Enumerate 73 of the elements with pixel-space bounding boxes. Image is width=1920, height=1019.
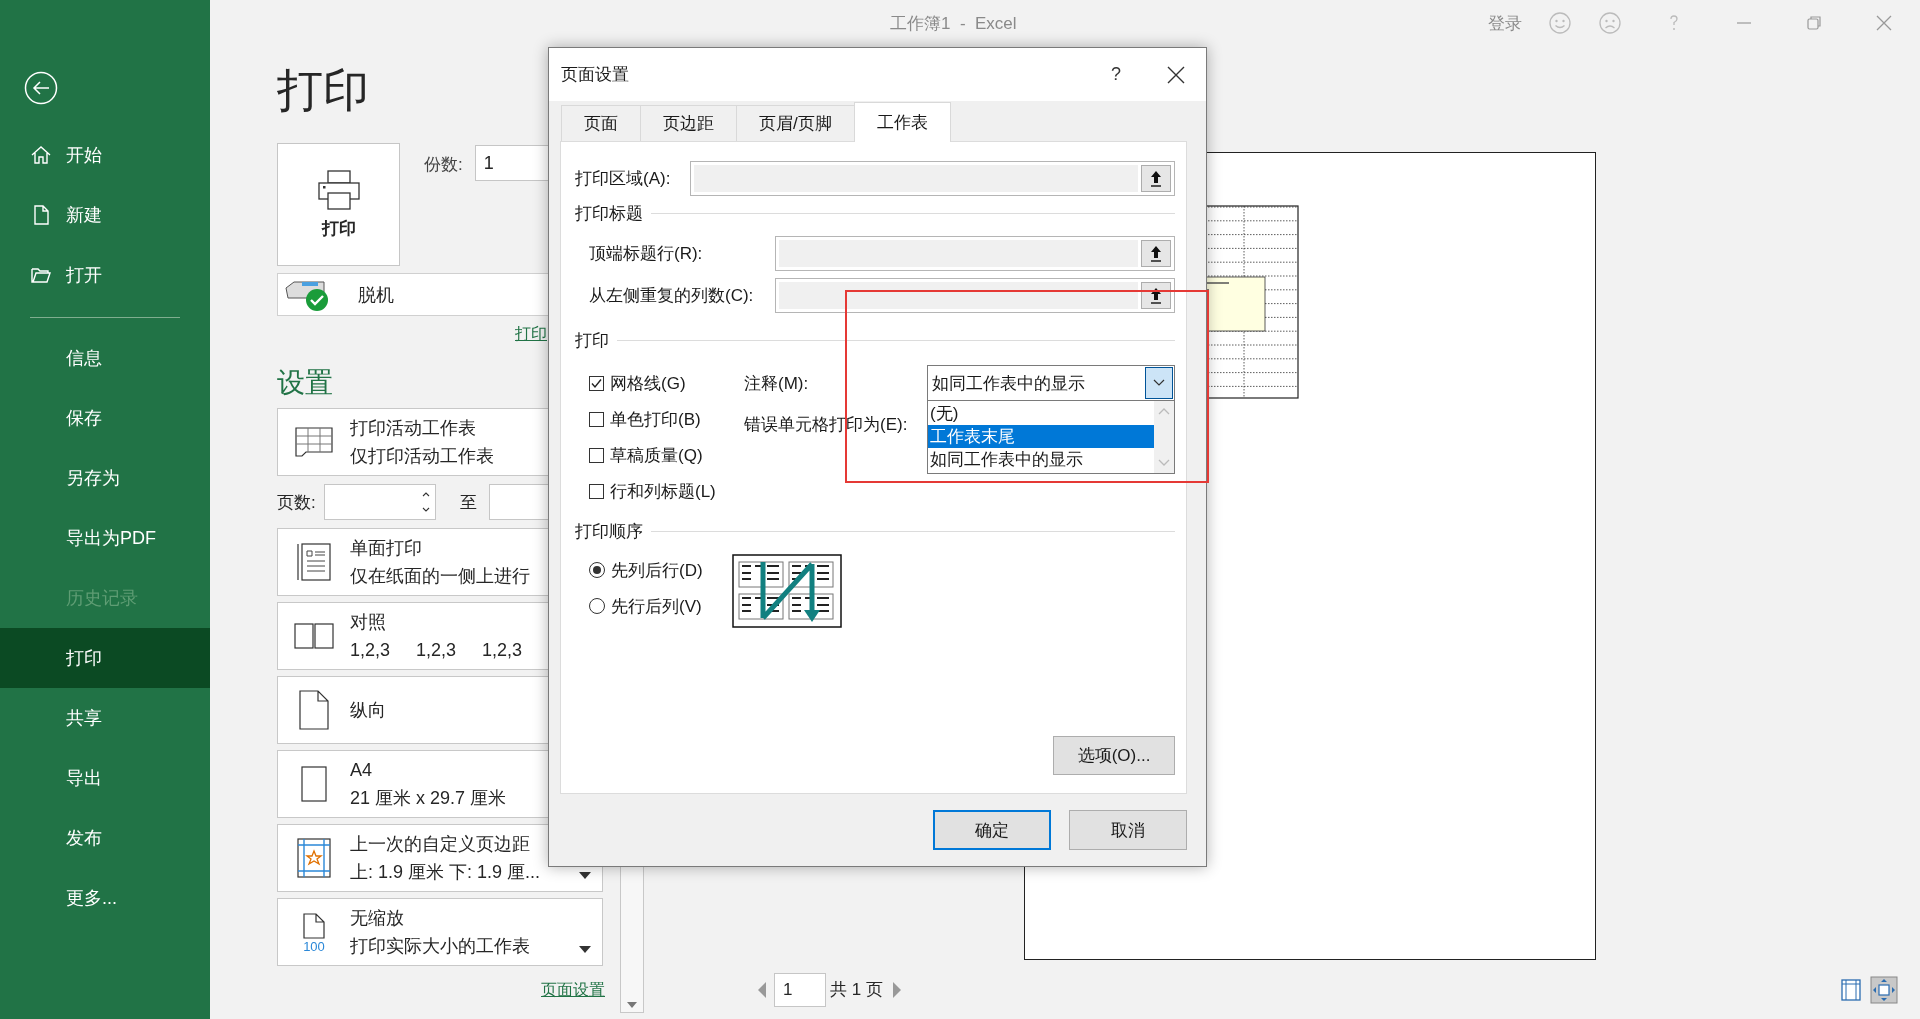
page-from-field[interactable] bbox=[323, 484, 436, 520]
scrollbar[interactable] bbox=[1154, 401, 1174, 473]
next-page-icon[interactable] bbox=[890, 979, 903, 1000]
group-heading: 打印 bbox=[575, 329, 609, 352]
comments-label: 注释(M): bbox=[744, 372, 810, 395]
collated-pages-icon bbox=[293, 622, 335, 650]
range-field[interactable] bbox=[690, 161, 1175, 196]
chevron-down-icon bbox=[1153, 379, 1165, 387]
page-icon bbox=[302, 911, 326, 940]
paper-size-icon bbox=[300, 765, 328, 803]
portrait-page-icon bbox=[298, 689, 330, 731]
pages-label: 页数: bbox=[277, 491, 316, 514]
margins-icon bbox=[296, 837, 332, 879]
nav-item[interactable]: 共享 bbox=[0, 688, 210, 748]
settings-option[interactable]: 100 无缩放 打印实际大小的工作表 bbox=[277, 898, 603, 966]
dialog-title: 页面设置 bbox=[561, 64, 629, 86]
frown-icon[interactable] bbox=[1598, 11, 1622, 35]
dropdown-option[interactable]: 如同工作表中的显示 bbox=[928, 448, 1154, 471]
nav-item[interactable]: 发布 bbox=[0, 808, 210, 868]
show-margins-icon[interactable] bbox=[1840, 977, 1862, 1002]
range-field[interactable] bbox=[775, 236, 1175, 271]
copies-label: 份数: bbox=[424, 154, 463, 176]
collapse-button[interactable] bbox=[1141, 165, 1171, 192]
caret-icon bbox=[578, 870, 592, 880]
up-arrow-icon bbox=[1149, 244, 1163, 263]
page-number-field[interactable]: 1 bbox=[774, 972, 826, 1007]
nav-item[interactable]: 更多... bbox=[0, 868, 210, 928]
nav-item[interactable]: 保存 bbox=[0, 388, 210, 448]
page-setup-link[interactable]: 页面设置 bbox=[541, 980, 605, 1001]
comments-dropdown[interactable]: 如同工作表中的显示 bbox=[927, 365, 1175, 401]
worksheet-icon bbox=[294, 424, 334, 460]
smiley-icon[interactable] bbox=[1548, 11, 1572, 35]
title-rows-label: 顶端标题行(R): bbox=[589, 243, 704, 265]
nav-item[interactable]: 打印 bbox=[0, 628, 210, 688]
chevron-up-icon[interactable] bbox=[1158, 407, 1170, 415]
checkmark-icon bbox=[590, 376, 603, 390]
tab[interactable]: 页面 bbox=[561, 105, 641, 141]
nav-item[interactable]: 新建 bbox=[0, 185, 210, 245]
caret-icon bbox=[578, 944, 592, 954]
ok-button[interactable]: 确定 bbox=[933, 810, 1051, 850]
page-title: 打印 bbox=[277, 65, 369, 115]
nav-item[interactable]: 信息 bbox=[0, 328, 210, 388]
to-label: 至 bbox=[459, 491, 477, 514]
dropdown-option[interactable]: (无) bbox=[928, 402, 1154, 425]
window-title: 工作簿1 - Excel bbox=[890, 12, 1017, 35]
nav-item[interactable]: 开始 bbox=[0, 125, 210, 185]
range-field[interactable] bbox=[775, 278, 1175, 313]
collapse-button[interactable] bbox=[1141, 282, 1171, 309]
chevron-down-icon[interactable] bbox=[1158, 459, 1170, 467]
dropdown-option[interactable]: 工作表末尾 bbox=[928, 425, 1154, 448]
nav-item[interactable]: 另存为 bbox=[0, 448, 210, 508]
nav-item[interactable]: 导出为PDF bbox=[0, 508, 210, 568]
zoom-to-page-icon[interactable] bbox=[1870, 975, 1898, 1004]
group-heading: 打印标题 bbox=[575, 202, 643, 225]
checkbox[interactable]: 网格线(G) bbox=[589, 365, 744, 401]
settings-heading: 设置 bbox=[277, 366, 333, 400]
options-button[interactable]: 选项(O)... bbox=[1053, 736, 1175, 775]
one-sided-page-icon bbox=[296, 541, 332, 583]
nav-item[interactable]: 打开 bbox=[0, 245, 210, 305]
page-to-field[interactable] bbox=[488, 484, 549, 520]
collapse-button[interactable] bbox=[1141, 240, 1171, 267]
cell-errors-label: 错误单元格打印为(E): bbox=[744, 414, 909, 436]
nav-item[interactable]: 导出 bbox=[0, 748, 210, 808]
print-button[interactable]: 打印 bbox=[277, 143, 400, 266]
up-arrow-icon bbox=[1149, 169, 1163, 188]
tab[interactable]: 工作表 bbox=[853, 102, 951, 142]
checkbox[interactable]: 行和列标题(L) bbox=[589, 473, 744, 509]
home-icon bbox=[30, 144, 52, 166]
help-button[interactable]: ? bbox=[1096, 64, 1136, 85]
page-total-label: 共 1 页 bbox=[830, 979, 883, 1001]
cancel-button[interactable]: 取消 bbox=[1069, 810, 1187, 850]
up-arrow-icon bbox=[1149, 286, 1163, 305]
printer-icon bbox=[316, 169, 361, 211]
